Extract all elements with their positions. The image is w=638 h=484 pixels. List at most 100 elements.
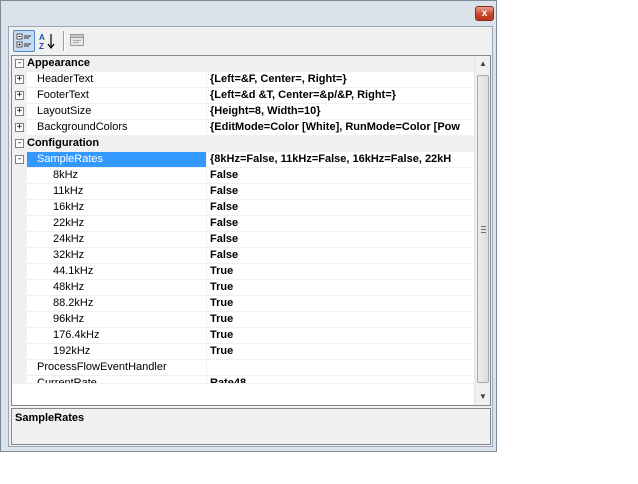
alphabetical-az-icon: A Z [39,33,55,50]
row-margin [12,232,27,248]
property-row[interactable]: ProcessFlowEventHandler [12,360,474,376]
property-value[interactable]: True [208,312,474,327]
property-value[interactable]: False [208,184,474,199]
property-name[interactable]: 88.2kHz [27,296,207,311]
property-grid-panel: A Z - Appearance + HeaderText {Left=&F, Cent… [8,26,493,447]
category-row[interactable]: - Configuration [12,136,474,152]
property-row[interactable]: CurrentRate Rate48 [12,376,474,384]
property-name[interactable]: 8kHz [27,168,207,183]
property-name[interactable]: CurrentRate [27,376,207,383]
category-row[interactable]: - Appearance [12,56,474,72]
help-pane: SampleRates [11,408,491,445]
categorized-button[interactable] [13,30,35,52]
property-row[interactable]: 192kHz True [12,344,474,360]
row-margin [12,296,27,312]
property-row[interactable]: 24kHz False [12,232,474,248]
property-name[interactable]: ProcessFlowEventHandler [27,360,207,375]
property-value[interactable] [208,360,474,375]
row-margin [12,168,27,184]
property-pages-icon [70,34,84,46]
property-value[interactable]: False [208,200,474,215]
property-name[interactable]: 176.4kHz [27,328,207,343]
close-button[interactable]: x [475,6,494,21]
property-pages-button[interactable] [67,30,89,52]
property-value[interactable]: Rate48 [208,376,474,383]
property-name[interactable]: 32kHz [27,248,207,263]
row-margin [12,328,27,344]
property-name[interactable]: HeaderText [27,72,207,87]
property-name[interactable]: 11kHz [27,184,207,199]
category-label: Configuration [27,136,467,151]
property-grid-window: x A Z - Appearance + HeaderText {Left=&F… [0,0,497,452]
toolbar: A Z [9,27,492,54]
property-name[interactable]: 44.1kHz [27,264,207,279]
property-list: - Appearance + HeaderText {Left=&F, Center=,… [12,56,474,384]
scroll-down-icon[interactable]: ▼ [475,389,490,405]
row-margin [12,184,27,200]
property-value[interactable]: True [208,328,474,343]
collapse-minus-icon[interactable]: - [15,59,24,68]
property-row[interactable]: 32kHz False [12,248,474,264]
scroll-grip-icon [481,226,486,233]
property-value[interactable]: False [208,168,474,183]
row-margin [12,216,27,232]
collapse-minus-icon[interactable]: - [15,139,24,148]
property-name[interactable]: 24kHz [27,232,207,247]
property-row[interactable]: + LayoutSize {Height=8, Width=10} [12,104,474,120]
property-value[interactable]: {Left=&F, Center=, Right=} [208,72,474,87]
property-value[interactable]: {8kHz=False, 11kHz=False, 16kHz=False, 2… [208,152,474,167]
property-row[interactable]: 11kHz False [12,184,474,200]
row-margin [12,200,27,216]
scroll-up-icon[interactable]: ▲ [475,56,490,72]
row-margin [12,280,27,296]
property-row[interactable]: 8kHz False [12,168,474,184]
expand-plus-icon[interactable]: + [15,91,24,100]
property-row[interactable]: + BackgroundColors {EditMode=Color [White]… [12,120,474,136]
property-row[interactable]: 96kHz True [12,312,474,328]
expand-plus-icon[interactable]: + [15,123,24,132]
close-icon: x [481,8,488,19]
alphabetical-button[interactable]: A Z [37,30,59,52]
svg-text:A: A [39,33,45,42]
property-row[interactable]: 48kHz True [12,280,474,296]
scroll-thumb[interactable] [477,75,489,383]
property-name[interactable]: SampleRates [27,152,207,167]
property-row[interactable]: 44.1kHz True [12,264,474,280]
property-name[interactable]: LayoutSize [27,104,207,119]
property-value[interactable]: False [208,248,474,263]
property-name[interactable]: 48kHz [27,280,207,295]
row-margin [12,344,27,360]
property-value[interactable]: {Left=&d &T, Center=&p/&P, Right=} [208,88,474,103]
property-value[interactable]: True [208,264,474,279]
row-margin [12,248,27,264]
svg-text:Z: Z [39,42,44,50]
expand-plus-icon[interactable]: + [15,107,24,116]
property-value[interactable]: True [208,280,474,295]
property-name[interactable]: 192kHz [27,344,207,359]
property-name[interactable]: 22kHz [27,216,207,231]
help-title: SampleRates [15,412,85,424]
property-name[interactable]: 16kHz [27,200,207,215]
property-row[interactable]: 176.4kHz True [12,328,474,344]
property-value[interactable]: False [208,232,474,247]
vertical-scrollbar[interactable]: ▲ ▼ [474,56,490,405]
toolbar-separator [63,31,64,51]
expand-plus-icon[interactable]: + [15,75,24,84]
row-margin [12,376,27,383]
property-row[interactable]: + FooterText {Left=&d &T, Center=&p/&P, Ri… [12,88,474,104]
property-row[interactable]: + HeaderText {Left=&F, Center=, Right=} [12,72,474,88]
property-name[interactable]: BackgroundColors [27,120,207,135]
property-name[interactable]: 96kHz [27,312,207,327]
property-value[interactable]: False [208,216,474,231]
property-name[interactable]: FooterText [27,88,207,103]
property-row[interactable]: 22kHz False [12,216,474,232]
collapse-minus-icon[interactable]: - [15,155,24,164]
property-row[interactable]: - SampleRates {8kHz=False, 11kHz=False, 16… [12,152,474,168]
property-value[interactable]: {Height=8, Width=10} [208,104,474,119]
property-value[interactable]: True [208,344,474,359]
property-value[interactable]: {EditMode=Color [White], RunMode=Color [… [208,120,474,135]
property-value[interactable]: True [208,296,474,311]
property-row[interactable]: 88.2kHz True [12,296,474,312]
property-row[interactable]: 16kHz False [12,200,474,216]
category-label: Appearance [27,56,467,71]
